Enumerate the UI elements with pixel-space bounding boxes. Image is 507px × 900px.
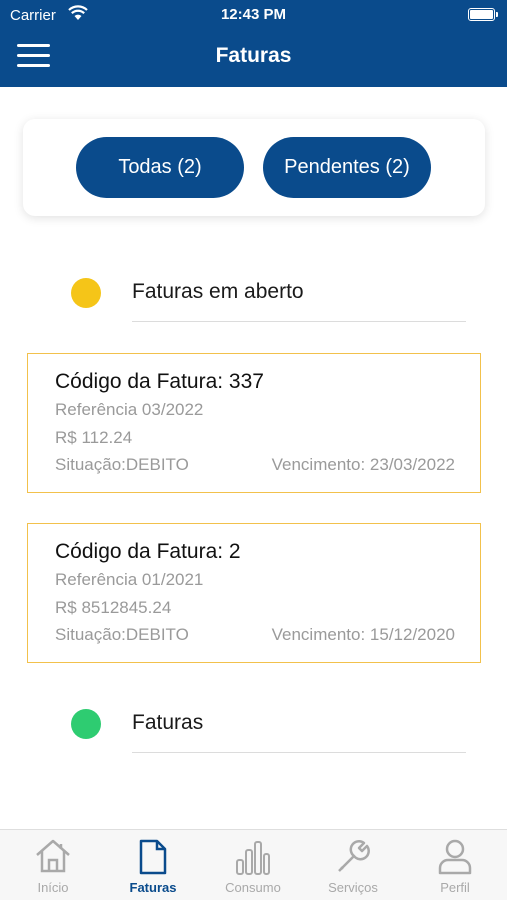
status-bar: Carrier 12:43 PM bbox=[0, 0, 507, 30]
invoice-status: Situação:DEBITO bbox=[55, 455, 189, 474]
tab-label: Início bbox=[37, 880, 69, 895]
section-open-invoices: Faturas em aberto bbox=[0, 266, 507, 322]
invoice-card[interactable]: Código da Fatura: 337 Referência 03/2022… bbox=[27, 353, 481, 493]
divider bbox=[132, 321, 466, 322]
page-title: Faturas bbox=[215, 44, 292, 67]
home-icon bbox=[36, 839, 70, 873]
invoice-due-date: Vencimento: 15/12/2020 bbox=[271, 625, 455, 644]
tab-label: Perfil bbox=[440, 880, 470, 895]
tab-faturas[interactable]: Faturas bbox=[103, 830, 203, 900]
divider bbox=[132, 752, 466, 753]
tab-perfil[interactable]: Perfil bbox=[405, 830, 505, 900]
invoice-status: Situação:DEBITO bbox=[55, 625, 189, 644]
tab-consumo[interactable]: Consumo bbox=[203, 830, 303, 900]
battery-icon bbox=[468, 8, 498, 21]
invoice-code: Código da Fatura: 2 bbox=[55, 540, 241, 563]
app-header: Carrier 12:43 PM Faturas bbox=[0, 0, 507, 87]
tab-label: Consumo bbox=[225, 880, 281, 895]
invoice-card[interactable]: Código da Fatura: 2 Referência 01/2021 R… bbox=[27, 523, 481, 663]
section-label: Faturas em aberto bbox=[132, 280, 304, 303]
tab-inicio[interactable]: Início bbox=[3, 830, 103, 900]
clock: 12:43 PM bbox=[220, 6, 287, 23]
invoice-code: Código da Fatura: 337 bbox=[55, 370, 264, 393]
tab-servicos[interactable]: Serviços bbox=[303, 830, 403, 900]
document-icon bbox=[139, 839, 167, 875]
yellow-status-dot bbox=[71, 278, 101, 308]
wrench-icon bbox=[338, 840, 370, 872]
invoice-amount: R$ 112.24 bbox=[55, 428, 133, 447]
invoice-amount: R$ 8512845.24 bbox=[55, 598, 172, 617]
section-invoices: Faturas bbox=[0, 697, 507, 753]
tab-label: Serviços bbox=[328, 880, 378, 895]
filter-all-button[interactable]: Todas (2) bbox=[76, 137, 244, 198]
invoice-reference: Referência 03/2022 bbox=[55, 400, 204, 419]
filter-pending-button[interactable]: Pendentes (2) bbox=[263, 137, 431, 198]
tab-label: Faturas bbox=[129, 880, 177, 895]
green-status-dot bbox=[71, 709, 101, 739]
filter-card: Todas (2) Pendentes (2) bbox=[23, 119, 485, 216]
invoice-due-date: Vencimento: 23/03/2022 bbox=[271, 455, 455, 474]
bar-chart-icon bbox=[236, 841, 270, 875]
section-label: Faturas bbox=[132, 711, 204, 734]
user-icon bbox=[438, 839, 472, 875]
invoice-reference: Referência 01/2021 bbox=[55, 570, 204, 589]
tab-bar: Início Faturas Consumo Serviços Perfil bbox=[0, 829, 507, 900]
